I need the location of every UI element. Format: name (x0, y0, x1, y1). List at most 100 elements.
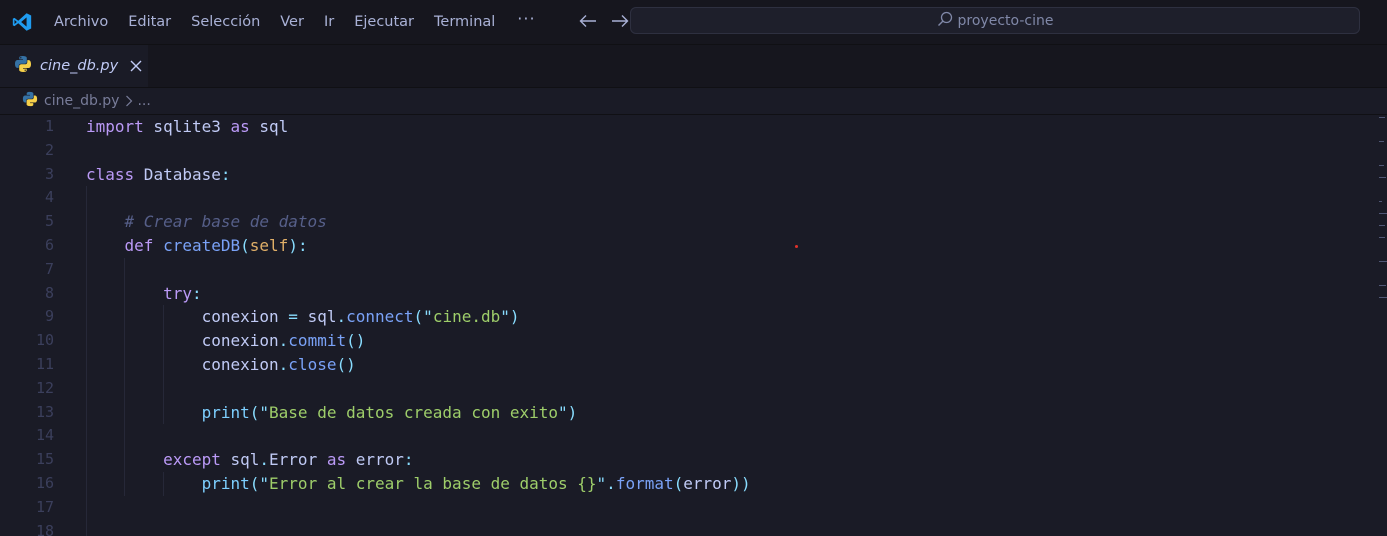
code-token: error (346, 450, 404, 470)
python-icon (22, 91, 38, 111)
code-token: sqlite3 (143, 117, 231, 136)
line-number: 16 (35, 473, 54, 492)
code-line[interactable]: 16 print("Error al crear la base de dato… (0, 471, 1372, 496)
line-number: 11 (35, 354, 54, 373)
line-number: 1 (44, 117, 54, 135)
code-token: (" (249, 402, 270, 422)
code-token: # Crear base de datos (124, 212, 327, 232)
code-token: import (86, 117, 144, 136)
code-line[interactable]: 11 conexion.close() (0, 352, 1372, 377)
code-token: () (346, 331, 366, 351)
code-line[interactable]: 15 except sql.Error as error: (0, 448, 1372, 472)
line-number: 18 (35, 521, 54, 536)
code-line[interactable]: 8 try: (0, 281, 1372, 306)
minimap-line (1379, 297, 1387, 298)
code-token: createDB (163, 235, 241, 255)
menu-ejecutar[interactable]: Ejecutar (344, 0, 424, 44)
code-token: def (124, 235, 154, 255)
code-token: ): (288, 235, 308, 255)
line-number: 3 (44, 164, 54, 183)
code-line[interactable]: 10 conexion.commit() (0, 329, 1372, 353)
code-line[interactable]: 3 class Database: (0, 163, 1372, 187)
command-center-search[interactable]: proyecto-cine (630, 7, 1360, 34)
minimap-line (1379, 237, 1385, 238)
vscode-logo-icon[interactable] (0, 0, 44, 44)
code-line[interactable]: 6 def createDB(self): (0, 233, 1372, 258)
code-token: sql (297, 307, 337, 327)
menu-terminal[interactable]: Terminal (424, 0, 505, 44)
code-line[interactable]: 4 (0, 186, 1372, 211)
code-token: . (259, 450, 270, 470)
code-token: self (249, 235, 289, 255)
minimap[interactable] (1378, 115, 1387, 536)
back-button[interactable] (572, 0, 604, 44)
code-text: print("Base de datos creada con exito") (86, 401, 578, 425)
code-token: except (163, 450, 221, 470)
line-number: 6 (44, 235, 54, 254)
breadcrumb-rest[interactable]: ... (137, 93, 150, 109)
code-token: print (201, 473, 250, 493)
line-number: 10 (35, 331, 54, 350)
menu-editar[interactable]: Editar (118, 0, 181, 44)
code-line[interactable]: 9 conexion = sql.connect("cine.db") (0, 305, 1372, 330)
code-line[interactable]: 18 (0, 519, 1372, 536)
code-line[interactable]: 2 (0, 139, 1372, 163)
line-number: 9 (44, 307, 54, 326)
code-token: . (278, 354, 289, 374)
search-text: proyecto-cine (957, 12, 1054, 29)
code-token: close (288, 354, 337, 374)
menu-ver[interactable]: Ver (270, 0, 314, 44)
code-text: conexion.commit() (86, 329, 366, 353)
code-line[interactable]: 17 (0, 495, 1372, 520)
code-token: Database (134, 164, 221, 184)
indent-guide (86, 376, 87, 401)
menu-ir[interactable]: Ir (314, 0, 344, 44)
line-number: 12 (35, 378, 54, 397)
code-text: class Database: (86, 163, 231, 187)
indent-guide (86, 186, 87, 211)
minimap-line (1379, 201, 1382, 202)
minimap-line (1379, 141, 1384, 142)
code-line[interactable]: 7 (0, 257, 1372, 282)
tab-cine-db[interactable]: cine_db.py (0, 45, 148, 87)
code-text: try: (86, 282, 202, 306)
line-number: 13 (35, 402, 54, 421)
code-token: ". (596, 473, 616, 493)
line-number: 5 (44, 212, 54, 231)
code-line[interactable]: 1 import sqlite3 as sql (0, 115, 1372, 139)
code-token: sql (220, 450, 260, 470)
minimap-line (1379, 261, 1387, 262)
code-line[interactable]: 5 # Crear base de datos (0, 210, 1372, 234)
indent-guide (124, 424, 125, 449)
menu-seleccion[interactable]: Selección (181, 0, 270, 44)
code-token: sql (249, 117, 289, 136)
code-token: connect (346, 307, 414, 327)
code-line[interactable]: 14 (0, 424, 1372, 449)
code-token: : (191, 283, 202, 303)
menu-archivo[interactable]: Archivo (44, 0, 118, 44)
code-token: () (336, 354, 356, 374)
code-token: ") (558, 402, 578, 422)
code-token: commit (288, 331, 347, 351)
menu-more-button[interactable]: ··· (505, 9, 547, 28)
tab-strip: cine_db.py (0, 45, 1387, 88)
minimap-line (1379, 177, 1386, 178)
code-editor[interactable]: 1 import sqlite3 as sql 2 3 class Database: 4… (0, 115, 1372, 536)
minimap-line (1379, 117, 1385, 118)
breadcrumb-file[interactable]: cine_db.py (44, 93, 119, 109)
cursor-marker (795, 245, 798, 248)
code-token: Error (269, 450, 327, 470)
code-line[interactable]: 13 print("Base de datos creada con exito… (0, 400, 1372, 425)
close-icon[interactable] (130, 60, 142, 72)
code-token: cine.db (432, 307, 501, 327)
code-line[interactable]: 12 (0, 376, 1372, 401)
search-icon (937, 11, 958, 31)
code-token: class (86, 164, 135, 184)
chevron-right-icon (125, 95, 133, 107)
